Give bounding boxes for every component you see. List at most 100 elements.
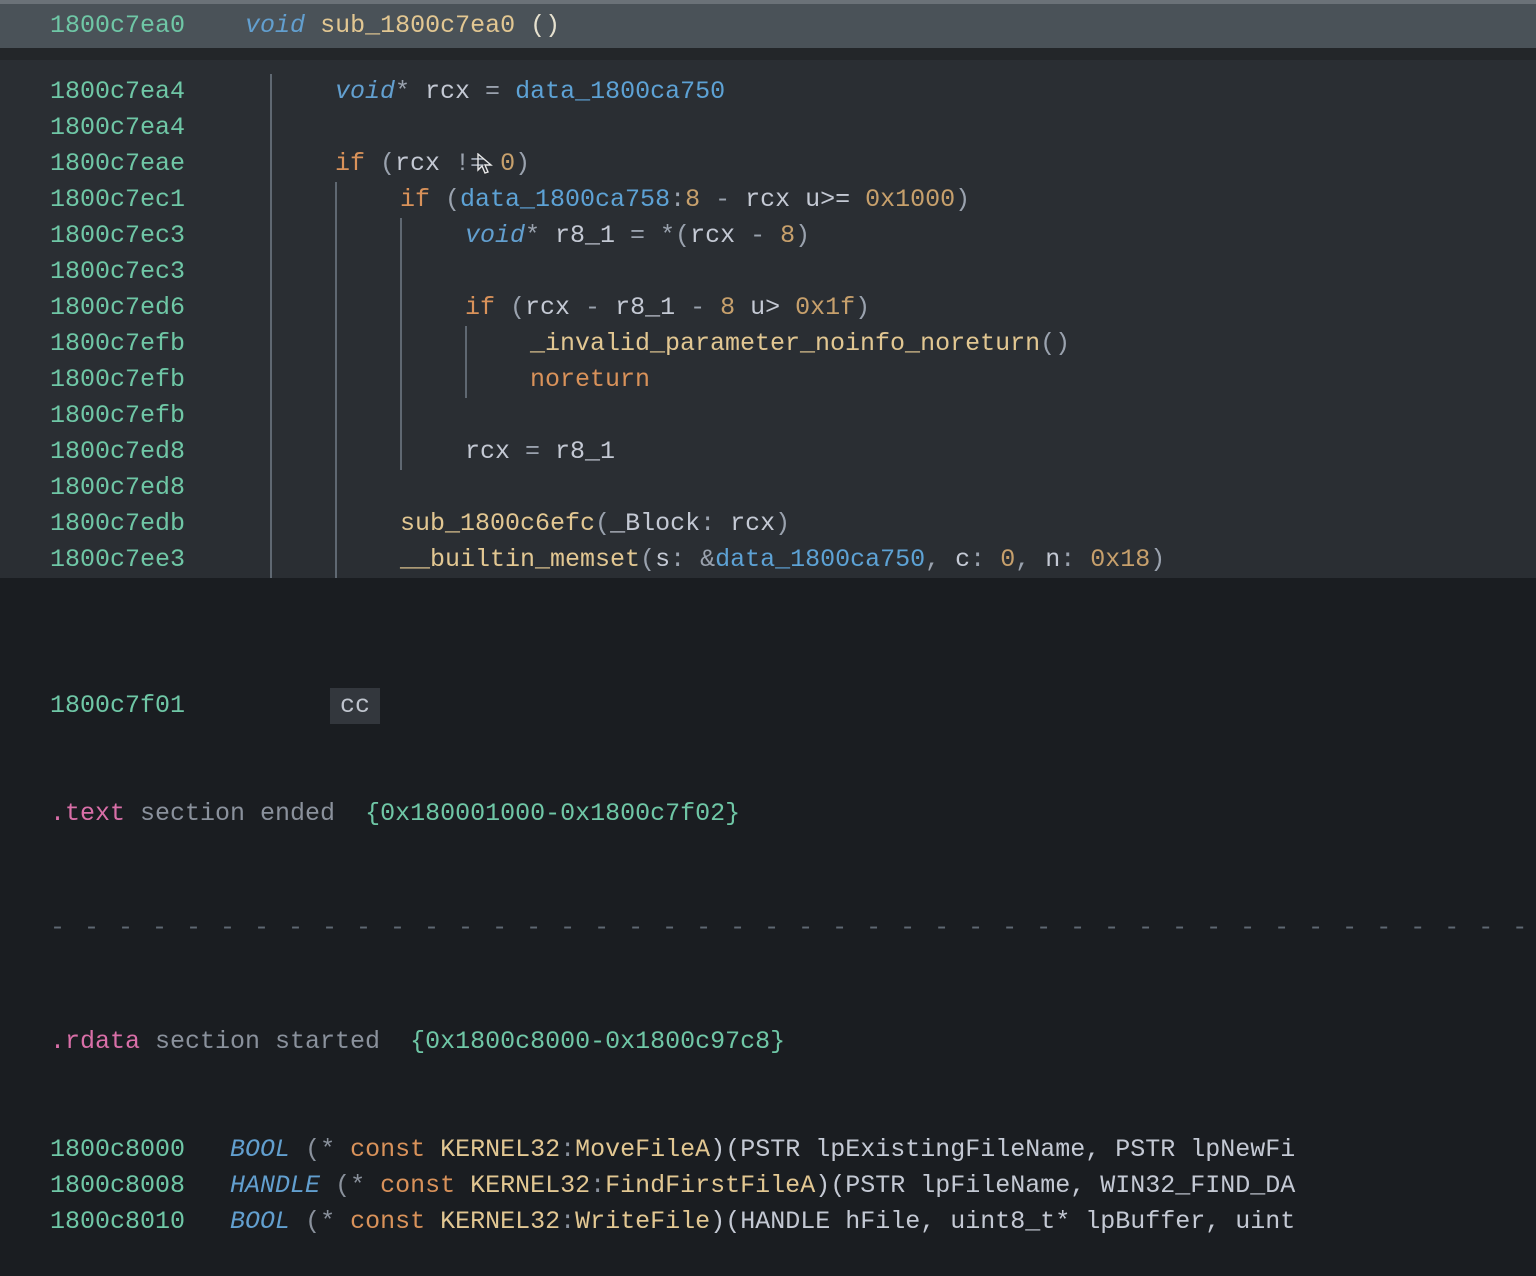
token: * — [395, 77, 425, 106]
token: _invalid_parameter_noinfo_noreturn — [530, 329, 1040, 358]
address: 1800c7ea4 — [50, 74, 220, 110]
token: u> — [735, 293, 795, 322]
code-cell: if (rcx - r8_1 - 8 u> 0x1f) — [270, 290, 1536, 326]
token: - — [750, 221, 780, 250]
token: 0 — [500, 149, 515, 178]
code-line[interactable]: 1800c7edbsub_1800c6efc(_Block: rcx) — [50, 506, 1536, 542]
code-line[interactable]: 1800c7ed8 rcx = r8_1 — [50, 434, 1536, 470]
code-line[interactable]: 1800c7ed6if (rcx - r8_1 - 8 u> 0x1f) — [50, 290, 1536, 326]
token: : — [1060, 545, 1090, 574]
import-entry[interactable]: 1800c8008 HANDLE (* const KERNEL32:FindF… — [50, 1168, 1536, 1204]
code-line[interactable]: 1800c7ec1 if (data_1800ca758:8 - rcx u>= … — [50, 182, 1536, 218]
token: ) — [855, 293, 870, 322]
code-cell: _invalid_parameter_noinfo_noreturn() — [270, 326, 1536, 362]
token: : — [970, 545, 1000, 574]
token: 8 — [685, 185, 700, 214]
address: 1800c7ec3 — [50, 218, 220, 254]
token: if — [335, 149, 365, 178]
code-cell: if (data_1800ca758:8 - rcx u>= 0x1000) — [270, 182, 1536, 218]
token: noreturn — [530, 365, 650, 394]
token: if — [465, 293, 495, 322]
code-line[interactable]: 1800c7efb _invalid_parameter_noinfo_noret… — [50, 326, 1536, 362]
token: 0 — [1000, 545, 1015, 574]
function-name[interactable]: sub_1800c7ea0 — [320, 11, 515, 40]
token: void — [465, 221, 525, 250]
code-cell: if (rcx != 0) — [270, 146, 1536, 182]
address: 1800c7efb — [50, 362, 220, 398]
token: ( — [430, 185, 460, 214]
address: 1800c7edb — [50, 506, 220, 542]
code-cell — [270, 398, 1536, 434]
address: 1800c7ed8 — [50, 434, 220, 470]
token: 0x1000 — [865, 185, 955, 214]
function-header[interactable]: 1800c7ea0 void sub_1800c7ea0 () — [0, 0, 1536, 60]
token: 0x18 — [1090, 545, 1150, 574]
token: : & — [670, 545, 715, 574]
code-line[interactable]: 1800c7efb noreturn — [50, 362, 1536, 398]
address: 1800c7ec1 — [50, 182, 220, 218]
token: u>= — [805, 185, 865, 214]
code-cell: noreturn — [270, 362, 1536, 398]
token: ( — [495, 293, 525, 322]
token: sub_1800c6efc — [400, 509, 595, 538]
address: 1800c7ea4 — [50, 110, 220, 146]
code-line[interactable]: 1800c7ea4 — [50, 110, 1536, 146]
token: rcx — [745, 185, 805, 214]
token: ) — [1150, 545, 1165, 574]
token: ) — [795, 221, 810, 250]
token: : — [670, 185, 685, 214]
token: rcx — [730, 509, 775, 538]
token: != — [455, 149, 500, 178]
code-line[interactable]: 1800c7ee3__builtin_memset(s: &data_1800c… — [50, 542, 1536, 578]
code-line[interactable]: 1800c7ec3 void* r8_1 = *(rcx - 8) — [50, 218, 1536, 254]
address: 1800c7eae — [50, 146, 220, 182]
token: s — [655, 545, 670, 574]
address: 1800c7f01 — [50, 688, 220, 724]
token: 8 — [720, 293, 735, 322]
code-line[interactable]: 1800c7eae if (rcx != 0) — [50, 146, 1536, 182]
token: ( — [640, 545, 655, 574]
token: ( — [365, 149, 395, 178]
token: , — [925, 545, 955, 574]
token: n — [1045, 545, 1060, 574]
token: : — [700, 509, 730, 538]
token: rcx — [395, 149, 455, 178]
section-end-line: .text section ended {0x180001000-0x1800c… — [50, 796, 1536, 832]
token: - — [585, 293, 615, 322]
opcode-row: 1800c7f01 cc — [50, 688, 1536, 724]
opcode-byte: cc — [330, 688, 380, 724]
token: __builtin_memset — [400, 545, 640, 574]
token: r8_1 — [555, 437, 615, 466]
token: rcx — [690, 221, 750, 250]
code-line[interactable]: 1800c7ed8 — [50, 470, 1536, 506]
token: ) — [955, 185, 970, 214]
decompile-view[interactable]: 1800c7ea4void* rcx = data_1800ca7501800c… — [0, 60, 1536, 578]
import-entry[interactable]: 1800c8010 BOOL (* const KERNEL32:WriteFi… — [50, 1204, 1536, 1240]
address: 1800c7efb — [50, 326, 220, 362]
code-cell: void* r8_1 = *(rcx - 8) — [270, 218, 1536, 254]
token: r8_1 — [555, 221, 630, 250]
code-line[interactable]: 1800c7efb — [50, 398, 1536, 434]
token: if — [400, 185, 430, 214]
return-type: void — [245, 11, 305, 40]
token: - — [690, 293, 720, 322]
section-start-line: .rdata section started {0x1800c8000-0x18… — [50, 1024, 1536, 1060]
token: r8_1 — [615, 293, 690, 322]
token: rcx — [425, 77, 485, 106]
token: _Block — [610, 509, 700, 538]
token: void — [335, 77, 395, 106]
code-cell: __builtin_memset(s: &data_1800ca750, c: … — [270, 542, 1536, 578]
import-entry[interactable]: 1800c8000 BOOL (* const KERNEL32:MoveFil… — [50, 1132, 1536, 1168]
token: = — [485, 77, 515, 106]
token: () — [1040, 329, 1070, 358]
code-cell: rcx = r8_1 — [270, 434, 1536, 470]
linear-view[interactable]: 1800c7f01 cc .text section ended {0x1800… — [0, 606, 1536, 1276]
code-cell: void* rcx = data_1800ca750 — [270, 74, 1536, 110]
token: data_1800ca750 — [715, 545, 925, 574]
code-cell — [270, 470, 1536, 506]
code-line[interactable]: 1800c7ec3 — [50, 254, 1536, 290]
code-cell — [270, 254, 1536, 290]
address: 1800c7efb — [50, 398, 220, 434]
code-line[interactable]: 1800c7ea4 void* rcx = data_1800ca750 — [50, 74, 1536, 110]
token: rcx — [525, 293, 585, 322]
